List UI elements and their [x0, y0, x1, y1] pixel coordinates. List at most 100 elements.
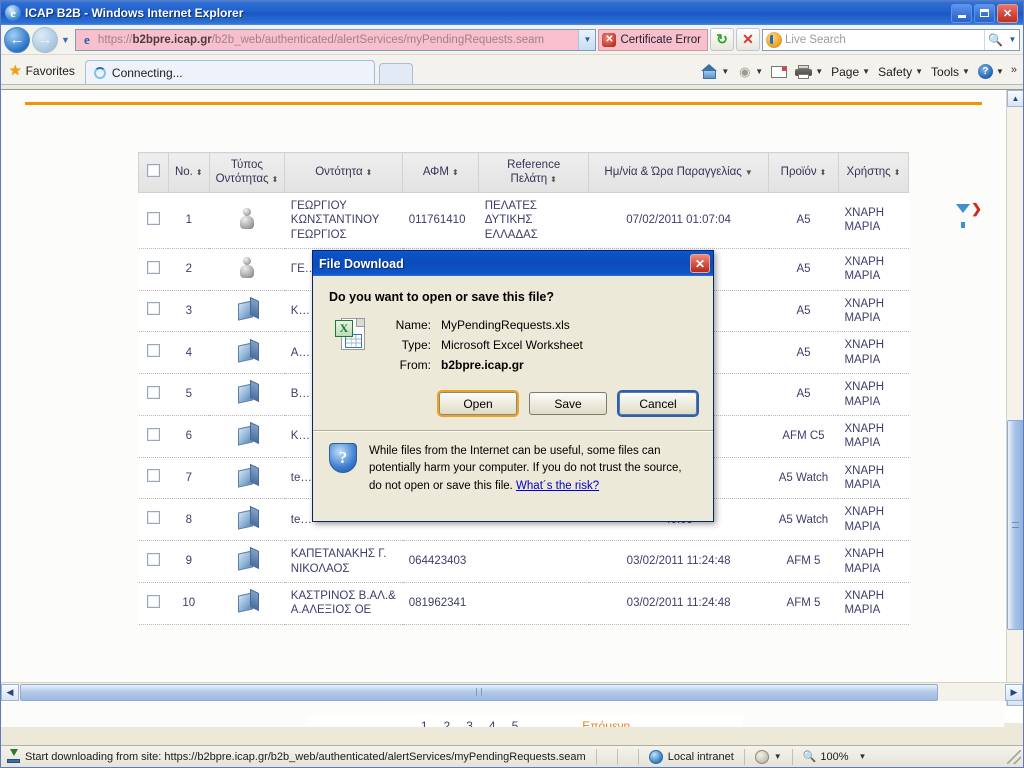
sort-desc-icon[interactable]: ▼	[745, 168, 753, 177]
home-chevron-down-icon[interactable]: ▼	[721, 67, 729, 76]
row-select-cell[interactable]	[138, 540, 169, 583]
read-mail-button[interactable]	[768, 65, 790, 78]
row-select-cell[interactable]	[138, 331, 169, 375]
vertical-scrollbar-thumb[interactable]	[1007, 420, 1023, 630]
sort-icon[interactable]: ⬍	[894, 168, 901, 177]
scroll-right-icon[interactable]: ▶	[1005, 683, 1023, 701]
tools-menu[interactable]: Tools ▼	[928, 65, 973, 79]
row-select-cell[interactable]	[138, 290, 169, 333]
tab-connecting[interactable]: Connecting...	[84, 60, 375, 84]
column-header-reference[interactable]: Reference Πελάτη ⬍	[478, 152, 590, 193]
address-bar[interactable]: e https://b2bpre.icap.gr/b2b_web/authent…	[74, 28, 597, 51]
print-button[interactable]: ▼	[792, 64, 826, 79]
column-header-select[interactable]	[138, 152, 169, 193]
save-button[interactable]: Save	[529, 392, 607, 415]
page-menu[interactable]: Page ▼	[828, 65, 873, 79]
minimize-button[interactable]	[951, 3, 972, 23]
zoom-chevron-down-icon[interactable]: ▼	[859, 752, 867, 761]
dialog-close-icon[interactable]: ✕	[690, 254, 710, 273]
page-chevron-down-icon[interactable]: ▼	[862, 67, 870, 76]
page-link-5[interactable]: 5	[512, 719, 519, 727]
next-page-link[interactable]: Επόμενη	[582, 719, 630, 727]
sort-icon[interactable]: ⬍	[820, 168, 827, 177]
zoom-control[interactable]: 🔍 100% ▼	[803, 750, 867, 764]
page-link-2[interactable]: 2	[444, 719, 451, 727]
protected-mode[interactable]: ▼	[754, 749, 782, 764]
tools-chevron-down-icon[interactable]: ▼	[962, 67, 970, 76]
row-checkbox[interactable]	[146, 344, 160, 358]
row-select-cell[interactable]	[138, 373, 169, 416]
row-checkbox[interactable]	[146, 552, 160, 566]
feeds-chevron-down-icon[interactable]: ▼	[755, 67, 763, 76]
column-header-entity[interactable]: Οντότητα ⬍	[284, 152, 404, 193]
home-button[interactable]: ▼	[698, 64, 732, 79]
column-header-type[interactable]: Τύπος Οντότητας ⬍	[208, 152, 286, 193]
row-checkbox[interactable]	[146, 385, 160, 399]
refresh-icon[interactable]: ↻	[710, 28, 734, 51]
page-link-4[interactable]: 4	[489, 719, 496, 727]
resize-grip[interactable]	[1007, 749, 1021, 764]
clear-filter-icon[interactable]: ❯	[971, 202, 982, 215]
help-chevron-down-icon[interactable]: ▼	[996, 67, 1004, 76]
row-select-cell[interactable]	[138, 415, 169, 458]
row-checkbox[interactable]	[146, 427, 160, 441]
security-zone[interactable]: Local intranet	[648, 749, 734, 764]
select-all-checkbox[interactable]	[146, 163, 160, 177]
forward-button[interactable]: →	[32, 26, 58, 53]
print-chevron-down-icon[interactable]: ▼	[815, 67, 823, 76]
sort-icon[interactable]: ⬍	[366, 168, 373, 177]
sort-icon[interactable]: ⬍	[452, 168, 459, 177]
horizontal-scrollbar[interactable]: ◀ ▶	[1, 682, 1023, 701]
row-checkbox[interactable]	[146, 260, 160, 274]
row-checkbox[interactable]	[146, 511, 160, 525]
row-select-cell[interactable]	[138, 498, 169, 542]
address-chevron-down-icon[interactable]: ▼	[578, 29, 596, 50]
sort-icon[interactable]: ⬍	[196, 168, 203, 177]
filter-toolbar[interactable]: ❯	[956, 202, 982, 228]
scroll-left-icon[interactable]: ◀	[1, 683, 19, 701]
row-select-cell[interactable]	[138, 192, 169, 249]
search-box[interactable]: Live Search 🔍 ▼	[762, 28, 1020, 51]
scroll-up-icon[interactable]: ▲	[1007, 90, 1023, 107]
row-select-cell[interactable]	[138, 582, 169, 625]
row-checkbox[interactable]	[146, 302, 160, 316]
stop-icon[interactable]: ✕	[736, 28, 760, 51]
favorites-button[interactable]: ★ Favorites	[1, 62, 85, 84]
table-row[interactable]: 9 ΚΑΠΕΤΑΝΑΚΗΣ Γ. ΝΙΚΟΛΑΟΣ 064423403 03/0…	[138, 540, 909, 583]
cancel-button[interactable]: Cancel	[619, 392, 697, 415]
safety-chevron-down-icon[interactable]: ▼	[915, 67, 923, 76]
page-link-3[interactable]: 3	[466, 719, 473, 727]
table-row[interactable]: 1 ΓΕΩΡΓΙΟΥ ΚΩΝΣΤΑΝΤΙΝΟΥ ΓΕΩΡΓΙΟΣ 0117614…	[138, 192, 909, 249]
column-header-no[interactable]: No. ⬍	[167, 152, 210, 193]
column-header-datetime[interactable]: Ημ/νία & Ώρα Παραγγελίας ▼	[588, 152, 769, 193]
table-row[interactable]: 10 ΚΑΣΤΡΙΝΟΣ Β.ΑΛ.& Α.ΑΛΕΞΙΟΣ ΟΕ 0819623…	[138, 582, 909, 625]
sort-icon[interactable]: ⬍	[550, 175, 557, 184]
row-select-cell[interactable]	[138, 248, 169, 291]
whats-the-risk-link[interactable]: What´s the risk?	[516, 480, 599, 492]
help-button[interactable]: ? ▼	[975, 64, 1007, 79]
column-header-product[interactable]: Προϊόν ⬍	[768, 152, 839, 193]
search-icon[interactable]: 🔍	[984, 29, 1006, 50]
row-checkbox[interactable]	[146, 469, 160, 483]
search-input[interactable]: Live Search	[785, 34, 984, 46]
new-tab-button[interactable]	[378, 63, 413, 84]
protected-mode-chevron-down-icon[interactable]: ▼	[774, 752, 782, 761]
column-header-afm[interactable]: ΑΦΜ ⬍	[402, 152, 480, 193]
row-select-cell[interactable]	[138, 457, 169, 500]
search-chevron-down-icon[interactable]: ▼	[1006, 30, 1019, 50]
vertical-scrollbar[interactable]: ▲ ▼	[1006, 90, 1023, 706]
close-button[interactable]: ✕	[997, 3, 1018, 23]
certificate-error-button[interactable]: ✕ Certificate Error	[598, 28, 708, 51]
filter-funnel-icon[interactable]	[956, 204, 971, 228]
row-checkbox[interactable]	[146, 594, 160, 608]
back-button[interactable]: ←	[4, 26, 30, 53]
row-checkbox[interactable]	[146, 211, 160, 225]
feeds-button[interactable]: ◉ ▼	[734, 64, 766, 79]
horizontal-scrollbar-thumb[interactable]	[20, 683, 938, 701]
open-button[interactable]: Open	[439, 392, 517, 415]
maximize-button[interactable]	[974, 3, 995, 23]
sort-icon[interactable]: ⬍	[272, 175, 279, 184]
toolbar-overflow-icon[interactable]: »	[1011, 64, 1017, 76]
column-header-user[interactable]: Χρήστης ⬍	[837, 152, 910, 193]
safety-menu[interactable]: Safety ▼	[875, 65, 926, 79]
